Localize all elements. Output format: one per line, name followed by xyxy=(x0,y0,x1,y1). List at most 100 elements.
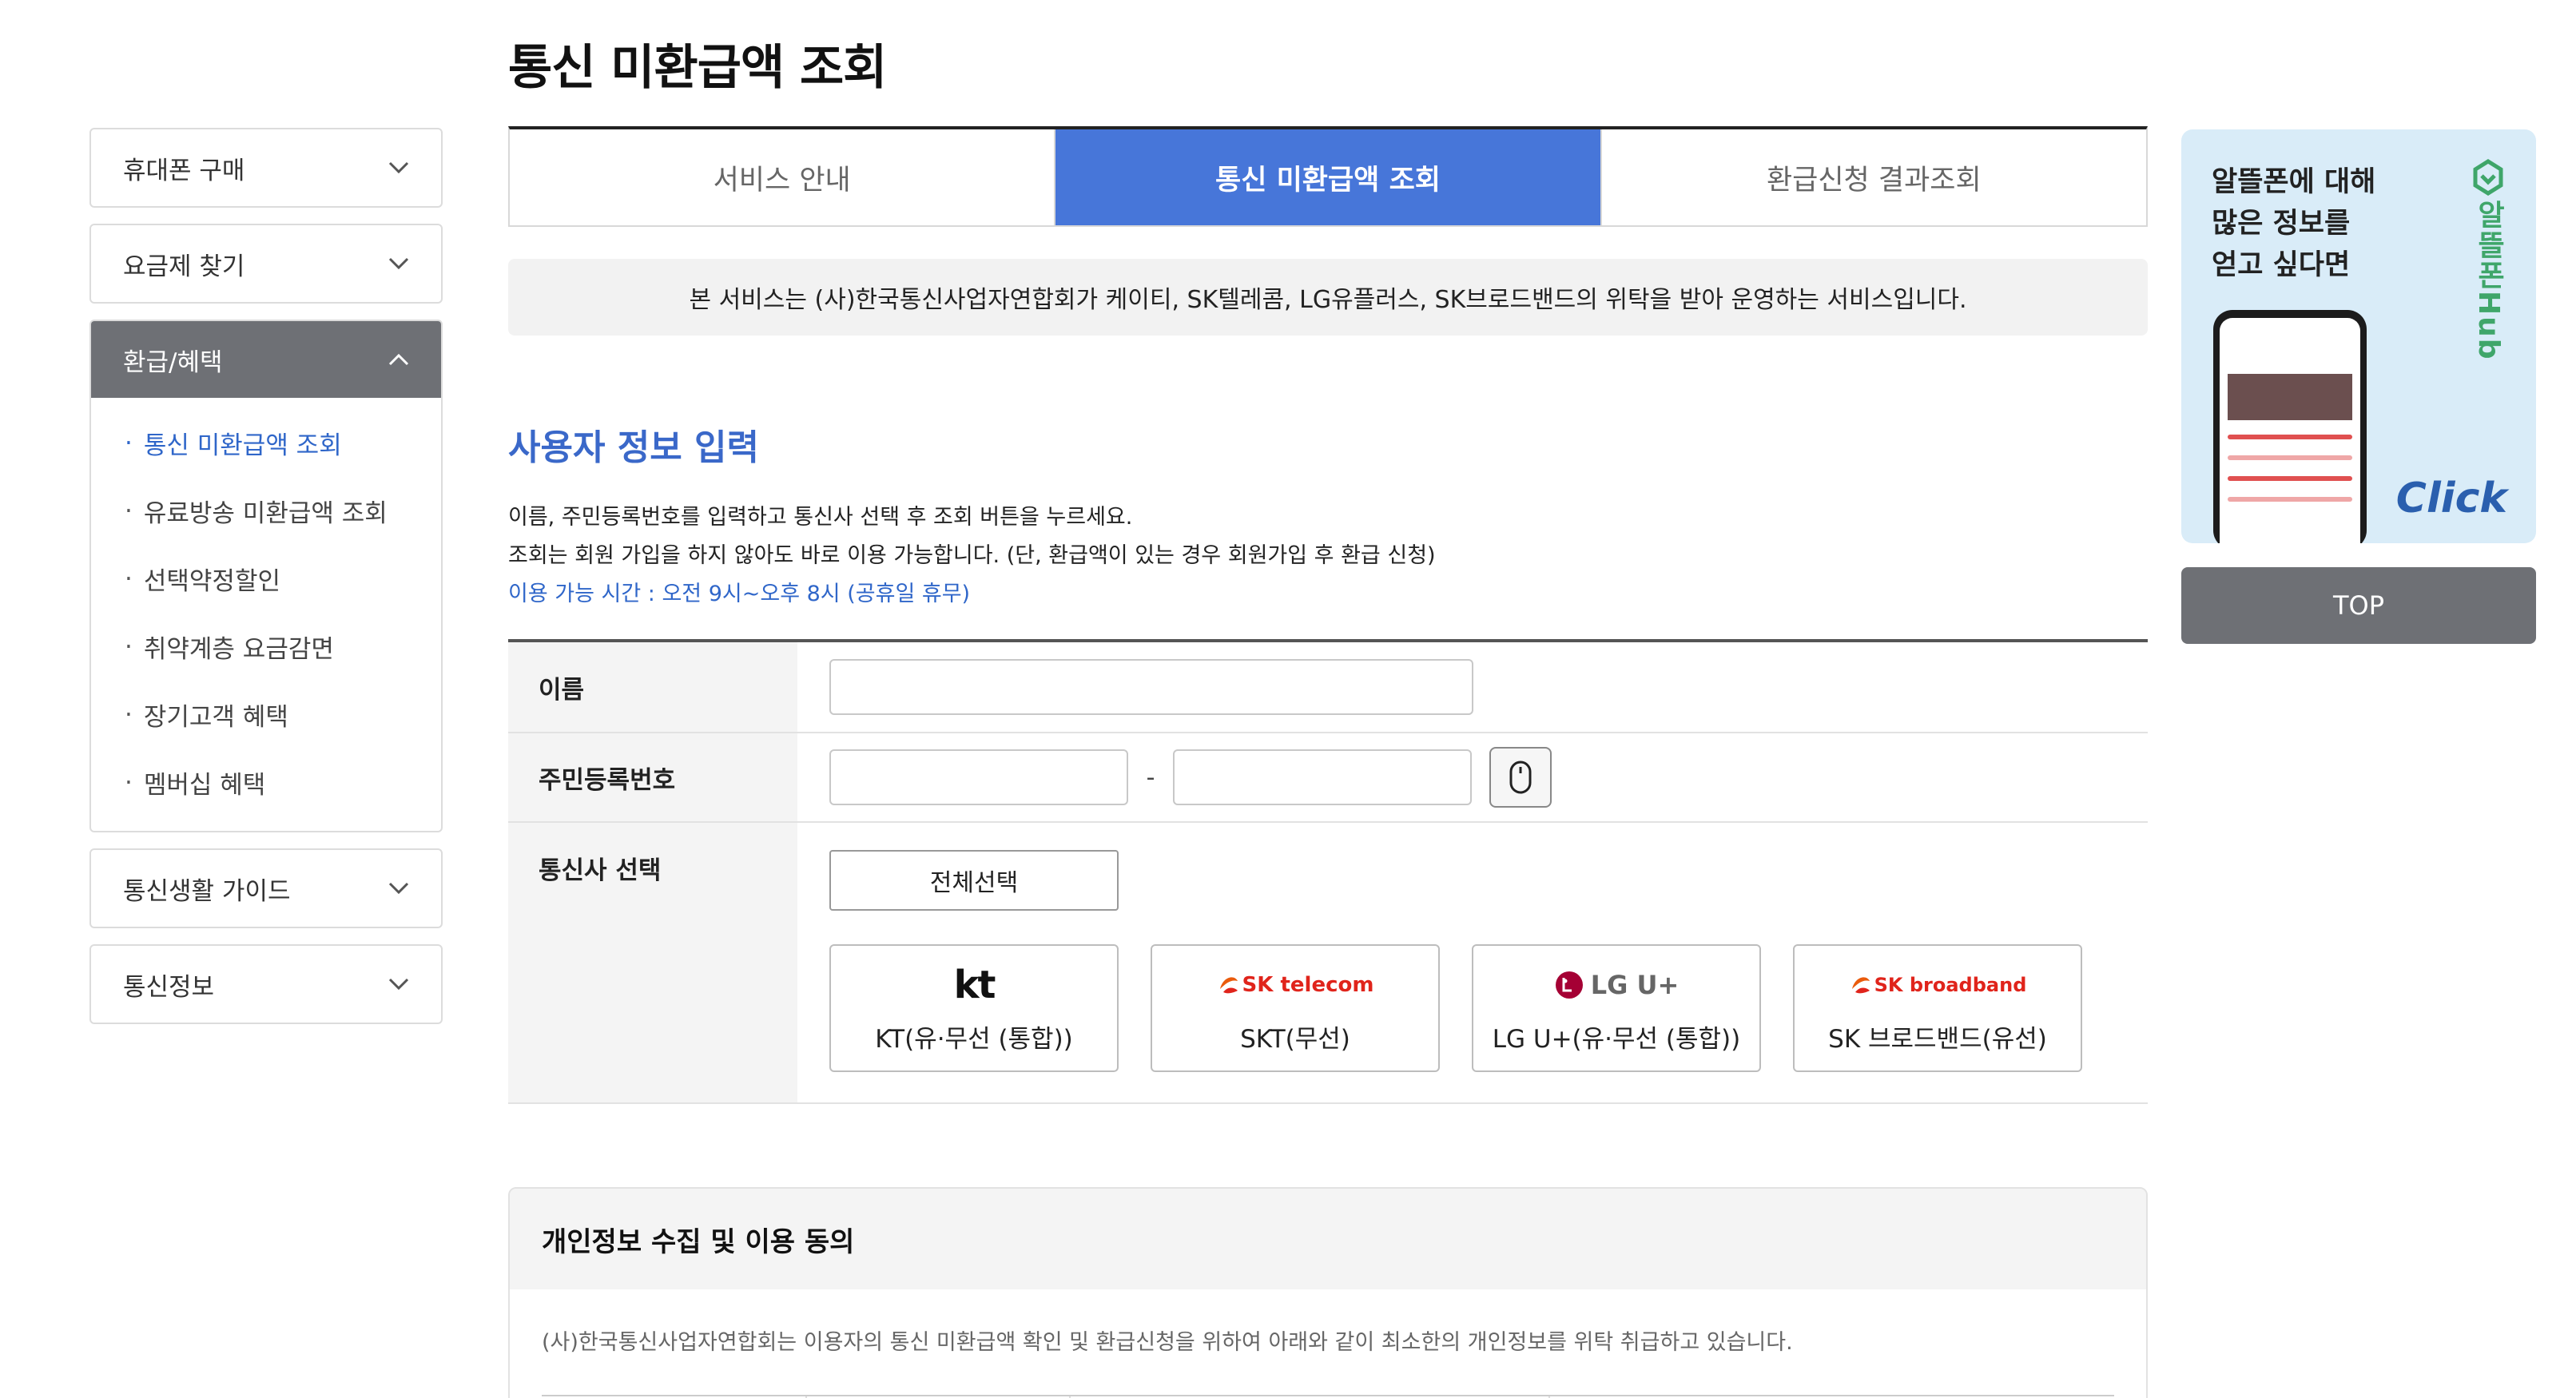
consent-title: 개인정보 수집 및 이용 동의 xyxy=(510,1189,2146,1289)
sk-broadband-logo-text: SK broadband xyxy=(1874,973,2027,996)
scroll-top-button[interactable]: TOP xyxy=(2181,567,2536,644)
bullet: · xyxy=(125,496,133,526)
carrier-cell: 전체선택 kt KT(유·무선 (통합)) SK telecom SKT(무선)… xyxy=(797,823,2148,1102)
privacy-consent-section: 개인정보 수집 및 이용 동의 (사)한국통신사업자연합회는 이용자의 통신 미… xyxy=(508,1187,2148,1398)
sidebar-item-label: 장기고객 혜택 xyxy=(143,703,288,732)
left-sidebar: 휴대폰 구매 요금제 찾기 환급/혜택 · 통신 미환급액 조회 · 유료방송 미환… xyxy=(89,128,443,1040)
mvno-hub-banner[interactable]: 알뜰폰에 대해 많은 정보를 얻고 싶다면 알뜰폰Hub Click xyxy=(2181,129,2536,543)
sk-telecom-logo-text: SK telecom xyxy=(1242,972,1374,997)
sidebar-item-membership-benefit[interactable]: · 멤버십 혜택 xyxy=(91,749,441,816)
instruction-line: 조회는 회원 가입을 하지 않아도 바로 이용 가능합니다. (단, 환급액이 … xyxy=(508,543,1436,568)
sk-telecom-logo-icon: SK telecom xyxy=(1217,963,1374,1007)
tab-bar: 서비스 안내 통신 미환급액 조회 환급신청 결과조회 xyxy=(508,126,2148,227)
sidebar-menu-label: 환급/혜택 xyxy=(123,348,223,377)
banner-line: 많은 정보를 xyxy=(2212,208,2351,240)
sidebar-menu-label: 휴대폰 구매 xyxy=(123,156,245,185)
virtual-keyboard-button[interactable] xyxy=(1489,747,1552,808)
hub-logo-icon xyxy=(2473,159,2503,196)
sidebar-item-telecom-refund[interactable]: · 통신 미환급액 조회 xyxy=(91,409,441,477)
carrier-lgu-button[interactable]: LG U+ LG U+(유·무선 (통합)) xyxy=(1472,944,1761,1072)
sidebar-menu-telecom-guide: 통신생활 가이드 xyxy=(89,848,443,928)
phone-screen xyxy=(2220,318,2360,543)
sidebar-menu-header-refund-benefit[interactable]: 환급/혜택 xyxy=(91,321,441,398)
carrier-name: LG U+(유·무선 (통합)) xyxy=(1492,1024,1741,1054)
sidebar-item-longterm-benefit[interactable]: · 장기고객 혜택 xyxy=(91,681,441,749)
service-hours: 이용 가능 시간 : 오전 9시~오후 8시 (공휴일 휴무) xyxy=(508,582,971,606)
instructions: 이름, 주민등록번호를 입력하고 통신사 선택 후 조회 버튼을 누르세요. 조… xyxy=(508,498,1436,614)
bullet: · xyxy=(125,428,133,458)
bullet: · xyxy=(125,700,133,729)
instruction-line: 이름, 주민등록번호를 입력하고 통신사 선택 후 조회 버튼을 누르세요. xyxy=(508,505,1133,530)
name-input[interactable] xyxy=(829,659,1473,715)
sidebar-menu-telecom-info: 통신정보 xyxy=(89,944,443,1024)
phone-illustration xyxy=(2213,310,2367,543)
page-title: 통신 미환급액 조회 xyxy=(508,40,887,96)
jumin-front-input[interactable] xyxy=(829,749,1128,805)
sidebar-menu-label: 통신정보 xyxy=(123,972,215,1002)
sidebar-item-label: 선택약정할인 xyxy=(143,567,280,596)
jumin-label: 주민등록번호 xyxy=(508,733,797,821)
sidebar-item-label: 유료방송 미환급액 조회 xyxy=(143,499,388,528)
jumin-cell: - xyxy=(797,733,2148,821)
mvno-hub-logo: 알뜰폰Hub xyxy=(2463,158,2514,361)
sidebar-item-vulnerable-discount[interactable]: · 취약계층 요금감면 xyxy=(91,613,441,681)
jumin-separator: - xyxy=(1146,763,1155,792)
form-row-jumin: 주민등록번호 - xyxy=(508,733,2148,823)
sidebar-item-label: 취약계층 요금감면 xyxy=(143,635,334,664)
phone-screen-bar xyxy=(2228,497,2352,502)
lg-face-icon xyxy=(1555,971,1583,999)
sidebar-menu-plan-search: 요금제 찾기 xyxy=(89,224,443,304)
name-cell xyxy=(797,642,2148,732)
carrier-skb-button[interactable]: SK broadband SK 브로드밴드(유선) xyxy=(1793,944,2082,1072)
phone-screen-bar xyxy=(2228,476,2352,481)
mouse-icon xyxy=(1509,761,1532,794)
hub-logo-text: 알뜰폰Hub xyxy=(2472,200,2505,361)
sidebar-item-contract-discount[interactable]: · 선택약정할인 xyxy=(91,545,441,613)
chevron-down-icon xyxy=(385,875,412,902)
sidebar-menu-refund-benefit: 환급/혜택 · 통신 미환급액 조회 · 유료방송 미환급액 조회 · 선택약정할인 … xyxy=(89,320,443,832)
sk-butterfly-icon xyxy=(1219,976,1238,993)
name-label: 이름 xyxy=(508,642,797,732)
service-notice: 본 서비스는 (사)한국통신사업자연합회가 케이티, SK텔레콤, LG유플러스… xyxy=(508,259,2148,336)
sidebar-menu-header-telecom-guide[interactable]: 통신생활 가이드 xyxy=(91,850,441,927)
bullet: · xyxy=(125,768,133,797)
sidebar-menu-header-phone-purchase[interactable]: 휴대폰 구매 xyxy=(91,129,441,206)
banner-text: 알뜰폰에 대해 많은 정보를 얻고 싶다면 xyxy=(2212,161,2375,286)
jumin-back-input[interactable] xyxy=(1173,749,1472,805)
user-info-form: 이름 주민등록번호 - 통신사 선택 전체선택 kt KT(유·무선 (통합))… xyxy=(508,639,2148,1104)
chevron-down-icon xyxy=(385,250,412,277)
carrier-label: 통신사 선택 xyxy=(508,823,797,1102)
tab-service-guide[interactable]: 서비스 안내 xyxy=(510,129,1054,225)
section-title: 사용자 정보 입력 xyxy=(508,427,759,468)
sidebar-item-label: 통신 미환급액 조회 xyxy=(143,431,342,460)
sidebar-menu-label: 요금제 찾기 xyxy=(123,252,245,281)
sk-broadband-logo-icon: SK broadband xyxy=(1849,963,2027,1007)
select-all-button[interactable]: 전체선택 xyxy=(829,850,1119,911)
bullet: · xyxy=(125,564,133,594)
tab-refund-result[interactable]: 환급신청 결과조회 xyxy=(1600,129,2146,225)
carrier-list: kt KT(유·무선 (통합)) SK telecom SKT(무선) LG U… xyxy=(829,944,2082,1072)
carrier-skt-button[interactable]: SK telecom SKT(무선) xyxy=(1151,944,1440,1072)
carrier-kt-button[interactable]: kt KT(유·무선 (통합)) xyxy=(829,944,1119,1072)
consent-table-top xyxy=(542,1395,2114,1398)
sidebar-menu-label: 통신생활 가이드 xyxy=(123,876,291,906)
carrier-name: SKT(무선) xyxy=(1240,1024,1350,1054)
form-row-carrier: 통신사 선택 전체선택 kt KT(유·무선 (통합)) SK telecom xyxy=(508,823,2148,1104)
banner-line: 얻고 싶다면 xyxy=(2212,249,2351,281)
chevron-down-icon xyxy=(385,971,412,998)
carrier-name: SK 브로드밴드(유선) xyxy=(1828,1024,2047,1054)
tab-refund-lookup[interactable]: 통신 미환급액 조회 xyxy=(1054,129,1600,225)
sidebar-submenu: · 통신 미환급액 조회 · 유료방송 미환급액 조회 · 선택약정할인 · 취약계층 … xyxy=(91,398,441,831)
consent-text: (사)한국통신사업자연합회는 이용자의 통신 미환급액 확인 및 환급신청을 위… xyxy=(542,1330,1793,1355)
kt-logo-icon: kt xyxy=(954,963,996,1007)
lg-uplus-logo-icon: LG U+ xyxy=(1554,963,1679,1007)
phone-screen-bar xyxy=(2228,455,2352,460)
bullet: · xyxy=(125,632,133,661)
sidebar-menu-header-plan-search[interactable]: 요금제 찾기 xyxy=(91,225,441,302)
sidebar-item-paytv-refund[interactable]: · 유료방송 미환급액 조회 xyxy=(91,477,441,545)
banner-click-text: Click xyxy=(2395,475,2507,522)
sidebar-menu-header-telecom-info[interactable]: 통신정보 xyxy=(91,946,441,1023)
chevron-down-icon xyxy=(385,154,412,181)
sk-butterfly-icon xyxy=(1851,976,1870,993)
banner-line: 알뜰폰에 대해 xyxy=(2212,166,2376,198)
